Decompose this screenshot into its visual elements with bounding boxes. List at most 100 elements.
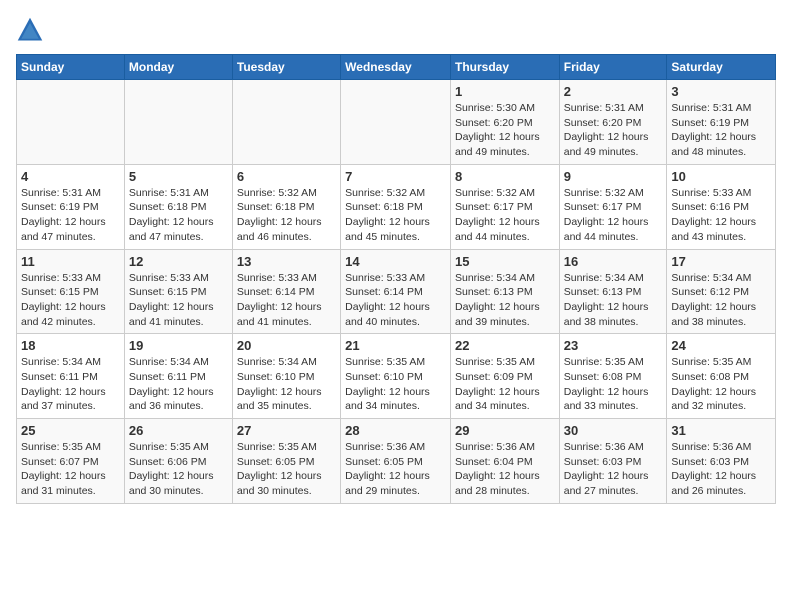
day-info: Sunrise: 5:35 AM Sunset: 6:06 PM Dayligh… [129,440,228,499]
calendar-cell: 28 Sunrise: 5:36 AM Sunset: 6:05 PM Dayli… [341,419,451,504]
calendar-cell: 1 Sunrise: 5:30 AM Sunset: 6:20 PM Daylig… [450,80,559,165]
day-number: 3 [671,84,771,99]
day-number: 2 [564,84,663,99]
day-number: 10 [671,169,771,184]
calendar-cell: 8Sunrise: 5:32 AM Sunset: 6:17 PM Daylig… [450,164,559,249]
calendar-header: SundayMondayTuesdayWednesdayThursdayFrid… [17,55,776,80]
calendar-week-5: 25 Sunrise: 5:35 AM Sunset: 6:07 PM Dayli… [17,419,776,504]
page-header [16,16,776,44]
day-number: 23 [564,338,663,353]
calendar-cell: 3 Sunrise: 5:31 AM Sunset: 6:19 PM Daylig… [667,80,776,165]
day-info: Sunrise: 5:34 AM Sunset: 6:12 PM Dayligh… [671,271,771,330]
day-info: Sunrise: 5:31 AM Sunset: 6:19 PM Dayligh… [671,101,771,160]
calendar-cell: 26 Sunrise: 5:35 AM Sunset: 6:06 PM Dayli… [124,419,232,504]
day-info: Sunrise: 5:31 AM Sunset: 6:19 PM Dayligh… [21,186,120,245]
calendar-table: SundayMondayTuesdayWednesdayThursdayFrid… [16,54,776,504]
calendar-cell: 6 Sunrise: 5:32 AM Sunset: 6:18 PM Daylig… [232,164,340,249]
calendar-cell: 4 Sunrise: 5:31 AM Sunset: 6:19 PM Daylig… [17,164,125,249]
day-info: Sunrise: 5:35 AM Sunset: 6:09 PM Dayligh… [455,355,555,414]
calendar-week-3: 11 Sunrise: 5:33 AM Sunset: 6:15 PM Dayli… [17,249,776,334]
day-info: Sunrise: 5:34 AM Sunset: 6:11 PM Dayligh… [129,355,228,414]
day-info: Sunrise: 5:31 AM Sunset: 6:20 PM Dayligh… [564,101,663,160]
day-info: Sunrise: 5:33 AM Sunset: 6:15 PM Dayligh… [129,271,228,330]
day-info: Sunrise: 5:34 AM Sunset: 6:13 PM Dayligh… [455,271,555,330]
day-number: 21 [345,338,446,353]
day-info: Sunrise: 5:36 AM Sunset: 6:04 PM Dayligh… [455,440,555,499]
day-number: 8 [455,169,555,184]
day-number: 4 [21,169,120,184]
day-info: Sunrise: 5:36 AM Sunset: 6:03 PM Dayligh… [564,440,663,499]
header-cell-thursday: Thursday [450,55,559,80]
calendar-cell: 30 Sunrise: 5:36 AM Sunset: 6:03 PM Dayli… [559,419,667,504]
day-number: 22 [455,338,555,353]
day-info: Sunrise: 5:31 AM Sunset: 6:18 PM Dayligh… [129,186,228,245]
calendar-cell: 7 Sunrise: 5:32 AM Sunset: 6:18 PM Daylig… [341,164,451,249]
day-number: 14 [345,254,446,269]
day-info: Sunrise: 5:33 AM Sunset: 6:14 PM Dayligh… [345,271,446,330]
day-number: 12 [129,254,228,269]
day-info: Sunrise: 5:33 AM Sunset: 6:15 PM Dayligh… [21,271,120,330]
header-cell-saturday: Saturday [667,55,776,80]
day-number: 30 [564,423,663,438]
calendar-cell: 22 Sunrise: 5:35 AM Sunset: 6:09 PM Dayli… [450,334,559,419]
calendar-week-1: 1 Sunrise: 5:30 AM Sunset: 6:20 PM Daylig… [17,80,776,165]
day-info: Sunrise: 5:30 AM Sunset: 6:20 PM Dayligh… [455,101,555,160]
day-info: Sunrise: 5:36 AM Sunset: 6:03 PM Dayligh… [671,440,771,499]
day-number: 28 [345,423,446,438]
day-number: 25 [21,423,120,438]
day-info: Sunrise: 5:35 AM Sunset: 6:07 PM Dayligh… [21,440,120,499]
day-number: 7 [345,169,446,184]
calendar-cell: 9Sunrise: 5:32 AM Sunset: 6:17 PM Daylig… [559,164,667,249]
day-info: Sunrise: 5:35 AM Sunset: 6:08 PM Dayligh… [671,355,771,414]
calendar-cell: 29 Sunrise: 5:36 AM Sunset: 6:04 PM Dayli… [450,419,559,504]
calendar-body: 1 Sunrise: 5:30 AM Sunset: 6:20 PM Daylig… [17,80,776,504]
calendar-cell: 25 Sunrise: 5:35 AM Sunset: 6:07 PM Dayli… [17,419,125,504]
calendar-cell: 11 Sunrise: 5:33 AM Sunset: 6:15 PM Dayli… [17,249,125,334]
calendar-week-4: 18 Sunrise: 5:34 AM Sunset: 6:11 PM Dayli… [17,334,776,419]
calendar-cell: 18 Sunrise: 5:34 AM Sunset: 6:11 PM Dayli… [17,334,125,419]
header-cell-wednesday: Wednesday [341,55,451,80]
day-number: 13 [237,254,336,269]
calendar-cell: 10Sunrise: 5:33 AM Sunset: 6:16 PM Dayli… [667,164,776,249]
day-number: 17 [671,254,771,269]
calendar-cell: 16 Sunrise: 5:34 AM Sunset: 6:13 PM Dayli… [559,249,667,334]
day-number: 31 [671,423,771,438]
day-number: 29 [455,423,555,438]
calendar-cell: 14 Sunrise: 5:33 AM Sunset: 6:14 PM Dayli… [341,249,451,334]
header-cell-tuesday: Tuesday [232,55,340,80]
calendar-cell: 17 Sunrise: 5:34 AM Sunset: 6:12 PM Dayli… [667,249,776,334]
day-info: Sunrise: 5:36 AM Sunset: 6:05 PM Dayligh… [345,440,446,499]
calendar-cell [124,80,232,165]
day-number: 26 [129,423,228,438]
day-info: Sunrise: 5:35 AM Sunset: 6:08 PM Dayligh… [564,355,663,414]
calendar-cell: 31 Sunrise: 5:36 AM Sunset: 6:03 PM Dayli… [667,419,776,504]
header-cell-sunday: Sunday [17,55,125,80]
logo [16,16,48,44]
day-info: Sunrise: 5:34 AM Sunset: 6:13 PM Dayligh… [564,271,663,330]
day-info: Sunrise: 5:32 AM Sunset: 6:18 PM Dayligh… [345,186,446,245]
calendar-cell: 27Sunrise: 5:35 AM Sunset: 6:05 PM Dayli… [232,419,340,504]
day-number: 18 [21,338,120,353]
header-cell-friday: Friday [559,55,667,80]
day-number: 9 [564,169,663,184]
day-number: 6 [237,169,336,184]
calendar-cell [17,80,125,165]
day-number: 15 [455,254,555,269]
day-number: 16 [564,254,663,269]
day-number: 11 [21,254,120,269]
day-number: 24 [671,338,771,353]
day-number: 5 [129,169,228,184]
calendar-cell: 24 Sunrise: 5:35 AM Sunset: 6:08 PM Dayli… [667,334,776,419]
calendar-week-2: 4 Sunrise: 5:31 AM Sunset: 6:19 PM Daylig… [17,164,776,249]
logo-icon [16,16,44,44]
day-info: Sunrise: 5:34 AM Sunset: 6:11 PM Dayligh… [21,355,120,414]
calendar-cell: 23 Sunrise: 5:35 AM Sunset: 6:08 PM Dayli… [559,334,667,419]
day-number: 20 [237,338,336,353]
day-info: Sunrise: 5:34 AM Sunset: 6:10 PM Dayligh… [237,355,336,414]
calendar-cell: 21Sunrise: 5:35 AM Sunset: 6:10 PM Dayli… [341,334,451,419]
day-number: 1 [455,84,555,99]
calendar-cell: 13Sunrise: 5:33 AM Sunset: 6:14 PM Dayli… [232,249,340,334]
calendar-cell: 2 Sunrise: 5:31 AM Sunset: 6:20 PM Daylig… [559,80,667,165]
day-info: Sunrise: 5:32 AM Sunset: 6:18 PM Dayligh… [237,186,336,245]
calendar-cell [341,80,451,165]
